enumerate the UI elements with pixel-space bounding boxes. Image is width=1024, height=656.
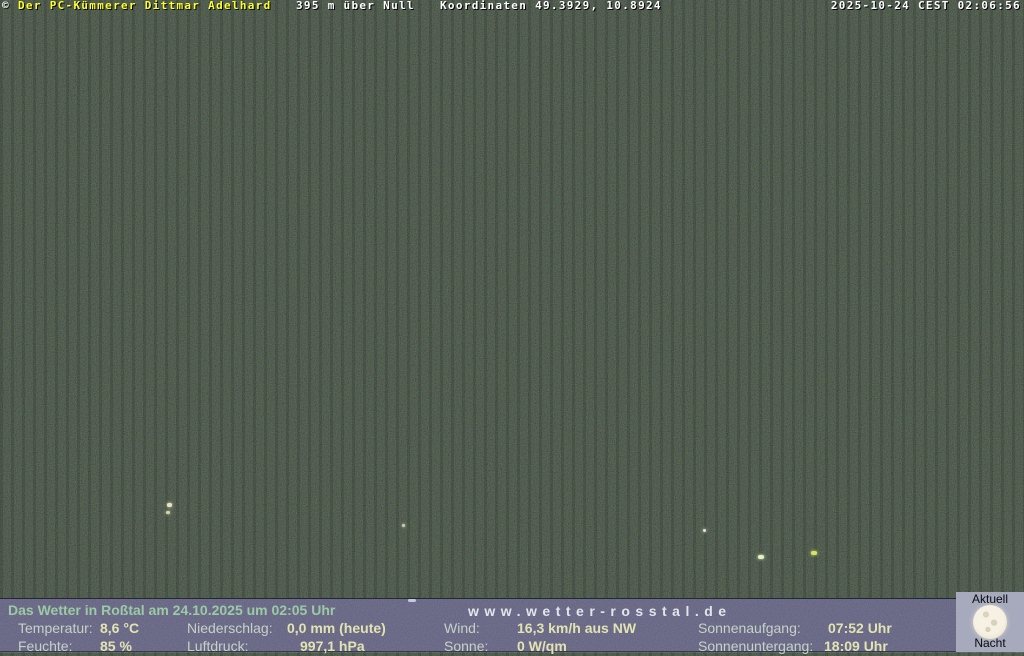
light-dot bbox=[811, 551, 817, 555]
current-conditions-badge: Aktuell Nacht bbox=[956, 592, 1024, 652]
light-dot bbox=[167, 503, 172, 507]
precipitation-value: 0,0 mm (heute) bbox=[287, 620, 386, 636]
badge-mode-text: Nacht bbox=[974, 637, 1005, 650]
sunset-value: 18:09 Uhr bbox=[824, 638, 888, 654]
wind-value: 16,3 km/h aus NW bbox=[517, 620, 636, 636]
night-webcam-image bbox=[0, 0, 1024, 656]
bright-speck bbox=[408, 599, 416, 602]
full-moon-icon bbox=[973, 605, 1007, 639]
altitude-text: 395 m über Null bbox=[296, 0, 415, 12]
sun-radiation-label: Sonne: bbox=[444, 638, 488, 654]
light-dot bbox=[758, 555, 764, 559]
copyright-symbol: © bbox=[2, 0, 10, 12]
overlay-title: Das Wetter in Roßtal am 24.10.2025 um 02… bbox=[8, 602, 335, 618]
light-dot bbox=[703, 529, 706, 532]
pressure-label: Luftdruck: bbox=[187, 638, 248, 654]
station-owner-text: Der PC-Kümmerer Dittmar Adelhard bbox=[18, 0, 272, 12]
precipitation-label: Niederschlag: bbox=[187, 620, 273, 636]
sunrise-value: 07:52 Uhr bbox=[828, 620, 892, 636]
humidity-value: 85 % bbox=[100, 638, 132, 654]
coordinates-text: Koordinaten 49.3929, 10.8924 bbox=[440, 0, 662, 12]
light-dot bbox=[166, 511, 170, 514]
sunset-label: Sonnenuntergang: bbox=[698, 638, 813, 654]
sunrise-label: Sonnenaufgang: bbox=[698, 620, 801, 636]
website-url-text: www.wetter-rosstal.de bbox=[468, 603, 732, 619]
sun-radiation-value: 0 W/qm bbox=[517, 638, 567, 654]
temperature-value: 8,6 °C bbox=[100, 620, 139, 636]
pressure-value: 997,1 hPa bbox=[300, 638, 365, 654]
top-status-bar: © Der PC-Kümmerer Dittmar Adelhard 395 m… bbox=[0, 0, 1024, 13]
humidity-label: Feuchte: bbox=[18, 638, 72, 654]
weather-data-overlay: Das Wetter in Roßtal am 24.10.2025 um 02… bbox=[0, 598, 1024, 652]
vertical-banding-artifact bbox=[0, 0, 1024, 656]
timestamp-text: 2025-10-24 CEST 02:06:56 bbox=[831, 0, 1021, 12]
wind-label: Wind: bbox=[444, 620, 480, 636]
light-dot bbox=[402, 524, 405, 527]
webcam-page: © Der PC-Kümmerer Dittmar Adelhard 395 m… bbox=[0, 0, 1024, 656]
temperature-label: Temperatur: bbox=[18, 620, 93, 636]
